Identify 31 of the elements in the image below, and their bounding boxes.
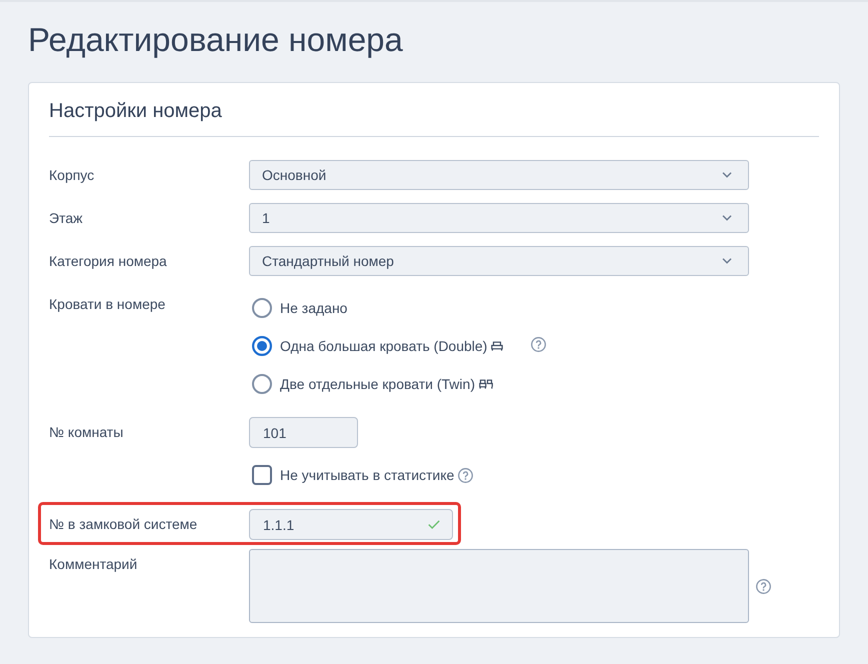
- page-title: Редактирование номера: [28, 20, 403, 60]
- radio-button[interactable]: [252, 336, 272, 356]
- field-label: Корпус: [49, 167, 94, 183]
- comment-field[interactable]: [249, 549, 749, 623]
- field-label: Категория номера: [49, 253, 167, 269]
- chevron-down-icon: [722, 215, 732, 221]
- text-field[interactable]: 101: [249, 417, 358, 448]
- checkbox[interactable]: [252, 465, 272, 485]
- help-icon[interactable]: [756, 578, 771, 594]
- beds-icon: [478, 379, 493, 389]
- radio-button[interactable]: [252, 374, 272, 394]
- dropdown[interactable]: Основной: [249, 160, 749, 190]
- chevron-down-icon: [722, 258, 732, 264]
- help-icon[interactable]: [531, 336, 546, 352]
- text-field[interactable]: 1.1.1: [249, 509, 453, 540]
- help-icon[interactable]: [458, 468, 474, 482]
- checkbox-label[interactable]: Не учитывать в статистике: [280, 467, 454, 483]
- field-label: Этаж: [49, 210, 82, 226]
- bed-icon: [491, 341, 504, 351]
- field-label: Кровати в номере: [49, 296, 166, 312]
- chevron-down-icon: [722, 172, 732, 178]
- field-label: Комментарий: [49, 556, 138, 572]
- card-title: Настройки номера: [49, 83, 819, 137]
- dropdown[interactable]: Стандартный номер: [249, 246, 749, 276]
- option-label[interactable]: Одна большая кровать (Double): [280, 338, 488, 354]
- option-label[interactable]: Не задано: [280, 300, 348, 316]
- radio-button[interactable]: [252, 298, 272, 318]
- field-label: № комнаты: [49, 424, 124, 440]
- dropdown[interactable]: 1: [249, 203, 749, 233]
- field-label: № в замковой системе: [49, 516, 198, 532]
- option-label[interactable]: Две отдельные кровати (Twin): [280, 376, 475, 392]
